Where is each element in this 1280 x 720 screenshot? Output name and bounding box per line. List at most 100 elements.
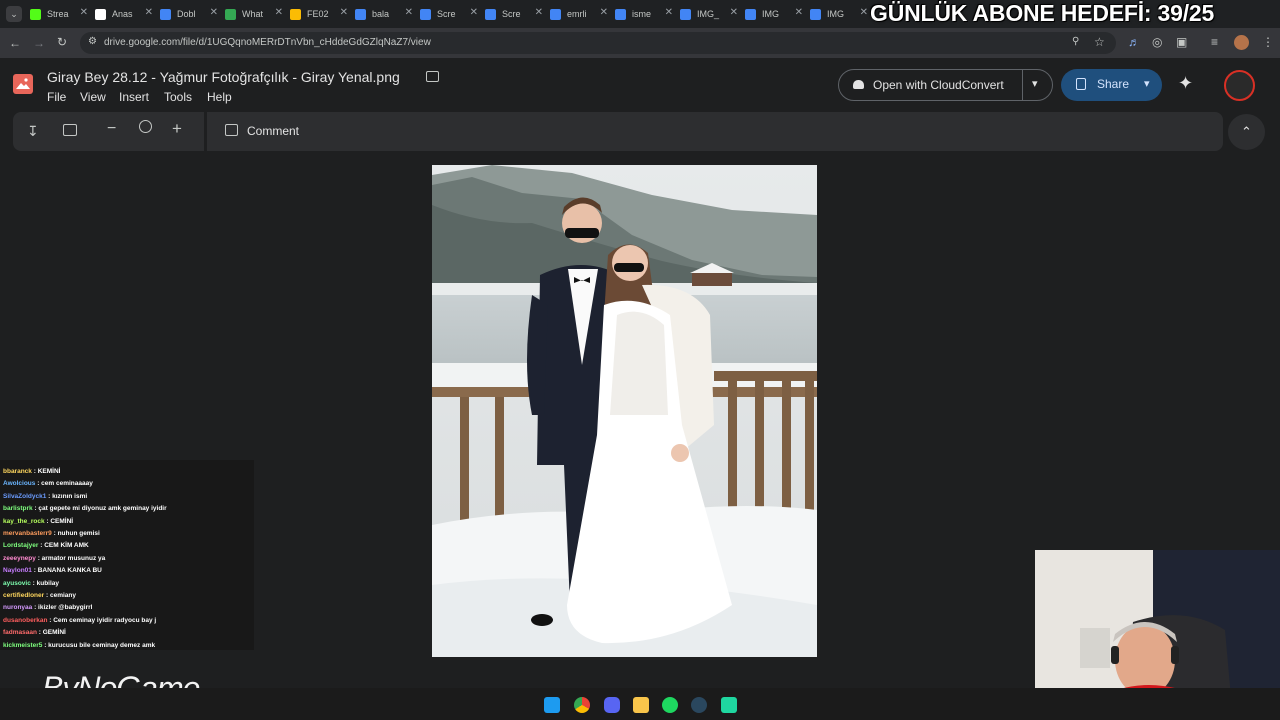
- discord-icon[interactable]: [604, 697, 620, 713]
- chat-username: nuronyaa: [3, 604, 33, 612]
- zoom-in-icon[interactable]: +: [172, 119, 182, 139]
- tab-favicon-icon: [485, 8, 496, 20]
- browser-tab[interactable]: emrli ✕: [550, 3, 608, 25]
- image-file-icon: [13, 74, 33, 94]
- forward-icon[interactable]: →: [33, 36, 45, 50]
- menu-view[interactable]: View: [80, 90, 106, 104]
- menu-file[interactable]: File: [47, 90, 66, 104]
- browser-tab[interactable]: Dobl ✕: [160, 3, 218, 25]
- wedding-photo: [432, 165, 817, 657]
- tab-close-icon[interactable]: ✕: [340, 7, 348, 18]
- browser-tab[interactable]: FE02 ✕: [290, 3, 348, 25]
- move-folder-icon[interactable]: [426, 71, 439, 82]
- browser-tab[interactable]: Strea ✕: [30, 3, 88, 25]
- browser-tab[interactable]: IMG ✕: [745, 3, 803, 25]
- tab-label: Dobl: [177, 9, 196, 19]
- cloudconvert-icon: [853, 80, 864, 89]
- chat-message: Awolcious : cem ceminaaaay: [3, 480, 93, 487]
- drive-header: Giray Bey 28.12 - Yağmur Fotoğrafçılık -…: [0, 58, 1280, 112]
- stream-chat-overlay: bbaranck : KEMİNİ Awolcious : cem ceminaa…: [0, 460, 254, 650]
- address-bar[interactable]: ⚙ drive.google.com/file/d/1UGQqnoMERrDTn…: [80, 32, 1116, 54]
- file-title: Giray Bey 28.12 - Yağmur Fotoğrafçılık -…: [47, 69, 400, 85]
- browser-tab[interactable]: bala ✕: [355, 3, 413, 25]
- chat-text: CEM KİM AMK: [44, 542, 89, 550]
- bookmark-star-icon[interactable]: ☆: [1094, 35, 1105, 49]
- browser-tab[interactable]: IMG_ ✕: [680, 3, 738, 25]
- share-button[interactable]: Share ▾: [1061, 69, 1162, 101]
- tab-close-icon[interactable]: ✕: [860, 7, 868, 18]
- tab-close-icon[interactable]: ✕: [145, 7, 153, 18]
- tab-close-icon[interactable]: ✕: [470, 7, 478, 18]
- tab-close-icon[interactable]: ✕: [600, 7, 608, 18]
- file-explorer-icon[interactable]: [633, 697, 649, 713]
- tab-close-icon[interactable]: ✕: [80, 7, 88, 18]
- divider: [1022, 70, 1023, 100]
- tab-close-icon[interactable]: ✕: [210, 7, 218, 18]
- tab-label: Scre: [437, 9, 456, 19]
- chat-username: kay_the_rock: [3, 517, 45, 525]
- chat-message: nuronyaa : ikizler @babygirrl: [3, 604, 92, 611]
- chat-text: cem ceminaaaay: [41, 480, 93, 488]
- browser-tab[interactable]: Scre ✕: [485, 3, 543, 25]
- back-icon[interactable]: ←: [9, 36, 21, 50]
- app-icon[interactable]: [721, 697, 737, 713]
- share-label: Share: [1097, 77, 1130, 91]
- comment-button[interactable]: Comment: [247, 124, 299, 138]
- browser-toolbar: ← → ↻ ⚙ drive.google.com/file/d/1UGQqnoM…: [0, 28, 1280, 58]
- chat-username: dusanoberkan: [3, 616, 48, 624]
- chat-username: zeeeynepy: [3, 554, 36, 562]
- tab-close-icon[interactable]: ✕: [275, 7, 283, 18]
- tab-close-icon[interactable]: ✕: [665, 7, 673, 18]
- chat-username: SilvaZoldyck1: [3, 492, 47, 500]
- windows-start-icon[interactable]: [544, 697, 560, 713]
- chat-text: kurucusu bile ceminay demez amk: [48, 641, 156, 649]
- menu-tools[interactable]: Tools: [164, 90, 192, 104]
- browser-tab[interactable]: Anas ✕: [95, 3, 153, 25]
- chat-text: armator musunuz ya: [41, 554, 106, 562]
- tab-close-icon[interactable]: ✕: [795, 7, 803, 18]
- zoom-icon[interactable]: ⚲: [1072, 36, 1079, 47]
- tab-close-icon[interactable]: ✕: [405, 7, 413, 18]
- chrome-icon[interactable]: [574, 697, 590, 713]
- open-with-button[interactable]: Open with CloudConvert ▾: [838, 69, 1053, 101]
- collapse-toolbar-button[interactable]: ⌃: [1228, 114, 1265, 150]
- browser-tab[interactable]: What ✕: [225, 3, 283, 25]
- browser-menu-icon[interactable]: ⋮: [1262, 35, 1274, 49]
- reading-list-icon[interactable]: ≡: [1211, 35, 1218, 49]
- menu-help[interactable]: Help: [207, 90, 232, 104]
- tab-close-icon[interactable]: ✕: [535, 7, 543, 18]
- zoom-out-icon[interactable]: −: [107, 120, 116, 138]
- print-icon[interactable]: [63, 124, 77, 136]
- spotify-icon[interactable]: [662, 697, 678, 713]
- reload-icon[interactable]: ↻: [57, 35, 67, 49]
- tab-label: IMG: [762, 9, 779, 19]
- account-avatar[interactable]: [1224, 70, 1255, 101]
- tab-search-icon[interactable]: ⌄: [6, 6, 22, 22]
- browser-tab[interactable]: IMG ✕: [810, 3, 868, 25]
- steam-icon[interactable]: [691, 697, 707, 713]
- share-dropdown-icon[interactable]: ▾: [1144, 77, 1150, 90]
- url-text: drive.google.com/file/d/1UGQqnoMERrDTnVb…: [104, 37, 431, 48]
- open-with-dropdown-icon[interactable]: ▾: [1032, 77, 1038, 90]
- zoom-icon[interactable]: [139, 120, 152, 133]
- download-icon[interactable]: ↧: [27, 123, 39, 140]
- tab-label: emrli: [567, 9, 587, 19]
- extensions-puzzle-icon[interactable]: ▣: [1176, 35, 1187, 49]
- menu-insert[interactable]: Insert: [119, 90, 149, 104]
- browser-tab[interactable]: Scre ✕: [420, 3, 478, 25]
- browser-tab[interactable]: isme ✕: [615, 3, 673, 25]
- media-icon[interactable]: ♬: [1128, 35, 1140, 49]
- site-info-icon[interactable]: ⚙: [88, 36, 97, 47]
- tab-favicon-icon: [95, 8, 106, 20]
- gemini-sparkle-icon[interactable]: ✦: [1178, 73, 1193, 94]
- tab-label: bala: [372, 9, 390, 19]
- comment-icon[interactable]: [225, 124, 238, 136]
- tab-label: IMG: [827, 9, 844, 19]
- chat-message: fadmasaan : GEMİNİ: [3, 629, 66, 636]
- profile-avatar[interactable]: [1234, 35, 1249, 50]
- tab-label: What: [242, 9, 264, 19]
- tab-close-icon[interactable]: ✕: [730, 7, 738, 18]
- subscriber-goal-overlay: GÜNLÜK ABONE HEDEFİ: 39/25: [870, 0, 1215, 26]
- chat-text: kubilay: [36, 579, 60, 587]
- extension-icon[interactable]: ◎: [1152, 35, 1162, 49]
